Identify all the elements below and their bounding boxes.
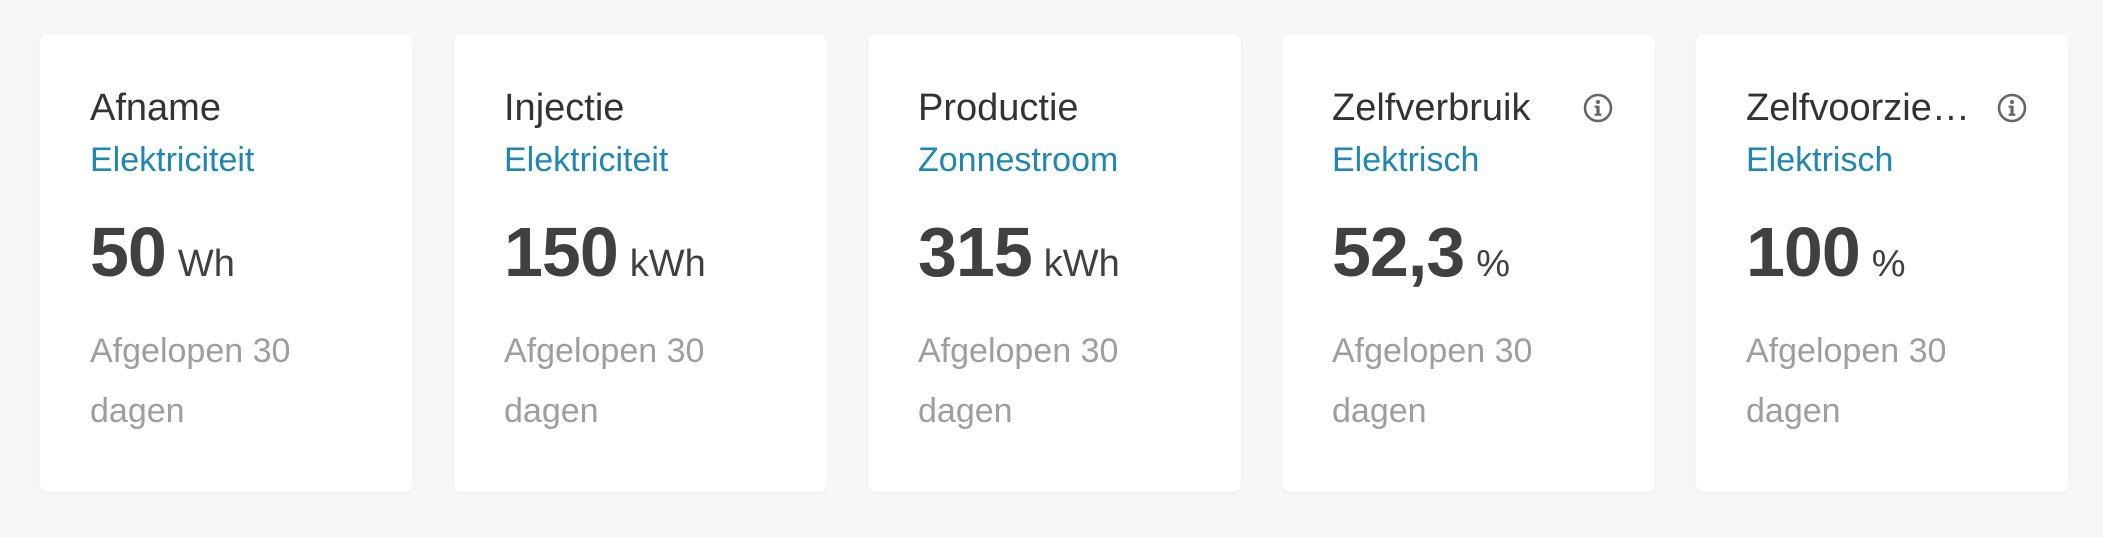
card-period: Afgelopen 30 dagen: [1746, 332, 1947, 430]
card-value-row: 150 kWh: [504, 215, 777, 289]
kpi-card-row: Afname Elektriciteit 50 Wh Afgelopen 30 …: [40, 34, 2069, 492]
card-period: Afgelopen 30 dagen: [504, 332, 705, 430]
card-title: Injectie: [504, 87, 625, 129]
card-title: Zelfverbruik: [1332, 87, 1531, 129]
card-value: 52,3: [1332, 213, 1465, 291]
card-unit: kWh: [629, 243, 706, 285]
card-value-row: 315 kWh: [918, 215, 1191, 289]
card-value: 100: [1746, 213, 1861, 291]
card-value-row: 52,3 %: [1332, 215, 1605, 289]
card-period: Afgelopen 30 dagen: [918, 332, 1119, 430]
card-header: Zelfvoorziening: [1746, 84, 2027, 132]
card-title: Zelfvoorziening: [1746, 87, 1971, 129]
card-header: Injectie: [504, 84, 777, 132]
kpi-card-zelfverbruik: Zelfverbruik Elektrisch 52,3 % Afgelopen…: [1282, 34, 1655, 492]
card-header: Afname: [90, 84, 363, 132]
card-unit: %: [1476, 243, 1511, 285]
card-subtitle: Elektriciteit: [90, 141, 255, 179]
card-unit: kWh: [1043, 243, 1120, 285]
card-unit: %: [1871, 243, 1906, 285]
info-icon[interactable]: [1996, 92, 2028, 124]
card-subtitle: Elektrisch: [1332, 141, 1480, 179]
card-value: 150: [504, 213, 619, 291]
kpi-card-injectie: Injectie Elektriciteit 150 kWh Afgelopen…: [454, 34, 827, 492]
kpi-card-afname: Afname Elektriciteit 50 Wh Afgelopen 30 …: [40, 34, 413, 492]
card-period: Afgelopen 30 dagen: [1332, 332, 1533, 430]
card-header: Zelfverbruik: [1332, 84, 1613, 132]
card-subtitle: Elektriciteit: [504, 141, 669, 179]
info-icon[interactable]: [1582, 92, 1614, 124]
card-header: Productie: [918, 84, 1191, 132]
card-value: 315: [918, 213, 1033, 291]
card-unit: Wh: [177, 243, 235, 285]
kpi-card-productie: Productie Zonnestroom 315 kWh Afgelopen …: [868, 34, 1241, 492]
kpi-card-zelfvoorziening: Zelfvoorziening Elektrisch 100 % Afgelop…: [1696, 34, 2069, 492]
card-title: Afname: [90, 87, 221, 129]
card-period: Afgelopen 30 dagen: [90, 332, 291, 430]
card-value: 50: [90, 213, 167, 291]
card-subtitle: Elektrisch: [1746, 141, 1894, 179]
card-value-row: 50 Wh: [90, 215, 363, 289]
card-subtitle: Zonnestroom: [918, 141, 1119, 179]
card-title: Productie: [918, 87, 1079, 129]
card-value-row: 100 %: [1746, 215, 2019, 289]
